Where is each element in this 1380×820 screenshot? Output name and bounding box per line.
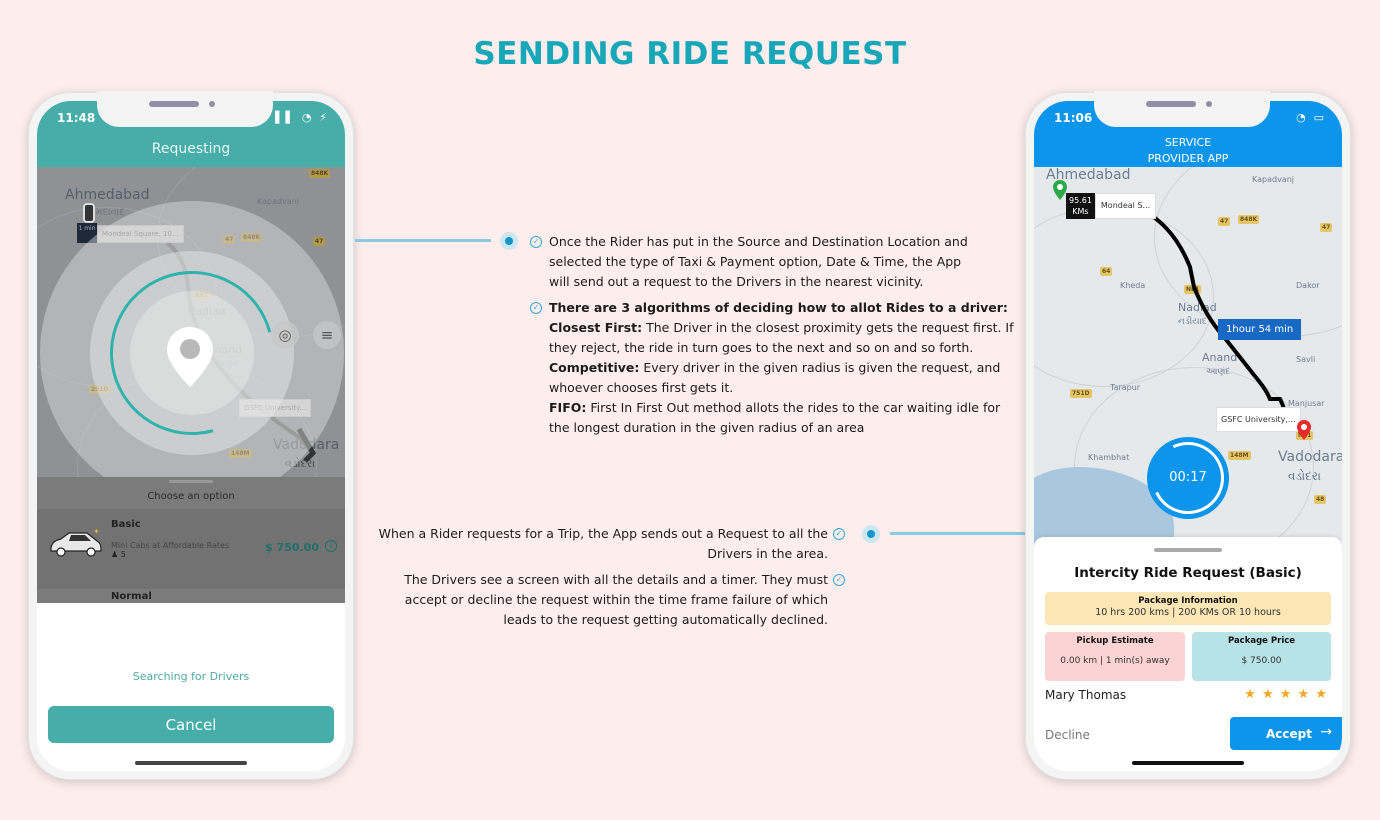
accept-button[interactable]: Accept →	[1230, 717, 1342, 750]
driver-phone-frame: 11:06 ◔ ▭ SERVICE PROVIDER APP Ahmedabad…	[1025, 91, 1351, 780]
package-price-value: $ 750.00	[1241, 656, 1282, 666]
searching-status: Searching for Drivers	[132, 670, 250, 683]
header-title-line1: SERVICE	[1164, 136, 1212, 149]
package-price-box: Package Price $ 750.00	[1192, 632, 1331, 681]
rider-phone-frame: 11:48 ▌▌ ◔ ⚡ Requesting Ahmedabad અમદાવા…	[28, 91, 354, 780]
distance-value: 95.61 KMs	[1066, 193, 1095, 219]
searching-panel: Searching for Drivers Cancel	[37, 603, 345, 771]
driver-app-screen: 11:06 ◔ ▭ SERVICE PROVIDER APP Ahmedabad…	[1034, 101, 1342, 771]
destination-address-tag: GSFC University,...	[1216, 407, 1301, 432]
choose-option-label: Choose an option	[147, 491, 235, 502]
info-icon[interactable]: i	[325, 540, 337, 552]
accept-label: Accept	[1266, 726, 1312, 741]
home-indicator	[1132, 761, 1244, 765]
phone-notch	[1094, 91, 1270, 127]
pickup-estimate-value: 0.00 km | 1 min(s) away	[1060, 656, 1170, 666]
ride-request-card: Intercity Ride Request (Basic) Package I…	[1034, 537, 1342, 771]
description-top-point2: There are 3 algorithms of deciding how t…	[549, 298, 1019, 438]
option-seats: ♟ 5	[111, 550, 126, 559]
algorithm-name: Competitive:	[549, 360, 640, 375]
my-location-button[interactable]: ◎	[271, 321, 299, 349]
eta-tag: 1hour 54 min	[1218, 319, 1302, 340]
sheet-grip[interactable]	[169, 480, 213, 483]
rider-rating: ★ ★ ★ ★ ★	[1244, 687, 1328, 702]
bullet-dot-bottom	[862, 525, 880, 543]
ride-options-sheet: Choose an option ✦ Basic Mini Cabs at Af…	[37, 477, 345, 612]
header-title: SERVICE PROVIDER APP	[1034, 135, 1342, 167]
phone-notch	[97, 91, 273, 127]
check-circle-icon: ✓	[833, 574, 845, 586]
option-price: $ 750.00	[265, 541, 319, 554]
card-grip[interactable]	[1154, 548, 1222, 552]
page-title: SENDING RIDE REQUEST	[473, 36, 907, 72]
package-info-box: Package Information 10 hrs 200 kms | 200…	[1045, 592, 1331, 625]
seat-count: 5	[120, 550, 126, 559]
status-icons: ◔ ▭	[1296, 111, 1326, 124]
status-icons: ▌▌ ◔ ⚡	[275, 111, 329, 124]
package-info-label: Package Information	[1138, 596, 1238, 606]
rider-name: Mary Thomas	[1045, 688, 1127, 702]
ride-option-basic[interactable]: ✦ Basic Mini Cabs at Affordable Rates ♟ …	[37, 509, 345, 589]
status-time: 11:48	[57, 111, 96, 125]
driver-map[interactable]: Ahmedabad Kapadvanj Kheda Dakor Nadiad ન…	[1034, 167, 1342, 547]
algorithms-heading: There are 3 algorithms of deciding how t…	[549, 300, 1008, 315]
pickup-address-tag: Mondeal S...	[1094, 193, 1157, 219]
description-bottom-point2: The Drivers see a screen with all the de…	[404, 572, 828, 627]
cancel-button[interactable]: Cancel	[48, 706, 334, 743]
status-time: 11:06	[1054, 111, 1093, 125]
car-icon: ✦	[50, 529, 102, 557]
person-icon: ♟	[111, 550, 121, 559]
star-icon: ★	[1244, 687, 1257, 702]
header-title-line2: PROVIDER APP	[1147, 152, 1229, 165]
header-title: Requesting	[151, 141, 231, 157]
check-circle-icon: ✓	[530, 236, 542, 248]
option-description: Mini Cabs at Affordable Rates	[111, 541, 230, 550]
crosshair-icon: ◎	[278, 326, 292, 344]
algorithm-text: First In First Out method allots the rid…	[549, 400, 1001, 435]
pickup-estimate-box: Pickup Estimate 0.00 km | 1 min(s) away	[1045, 632, 1185, 681]
distance-tag: 95.61 KMs Mondeal S...	[1066, 193, 1157, 219]
algorithm-name: Closest First:	[549, 320, 643, 335]
description-bottom-point1: When a Rider requests for a Trip, the Ap…	[378, 526, 828, 561]
request-title: Intercity Ride Request (Basic)	[1074, 565, 1302, 581]
star-icon: ★	[1297, 687, 1311, 702]
timer-value: 00:17	[1169, 470, 1207, 485]
arrow-right-icon: →	[1320, 724, 1332, 740]
package-info-value: 10 hrs 200 kms | 200 KMs OR 10 hours	[1095, 607, 1281, 618]
rider-map[interactable]: Ahmedabad અમદાવાદ Kapadvanj 848K 47 848K…	[37, 167, 345, 512]
home-indicator	[135, 761, 247, 765]
rider-app-screen: 11:48 ▌▌ ◔ ⚡ Requesting Ahmedabad અમદાવા…	[37, 101, 345, 771]
filter-button[interactable]: ≡	[313, 321, 341, 349]
bullet-dot-top	[500, 232, 518, 250]
connector-line-bottom	[890, 532, 1026, 535]
star-icon: ★	[1279, 687, 1293, 702]
check-circle-icon: ✓	[530, 302, 542, 314]
destination-pin-icon	[1297, 420, 1311, 440]
sliders-icon: ≡	[320, 326, 334, 344]
option-name: Basic	[111, 519, 141, 530]
pickup-estimate-label: Pickup Estimate	[1076, 636, 1154, 646]
svg-text:✦: ✦	[93, 529, 100, 536]
package-price-label: Package Price	[1227, 636, 1296, 646]
location-pin-icon	[167, 327, 213, 387]
check-circle-icon: ✓	[833, 528, 845, 540]
connector-line-top	[355, 239, 491, 242]
description-top-point1: Once the Rider has put in the Source and…	[549, 234, 968, 289]
decline-button[interactable]: Decline	[1045, 728, 1090, 742]
pickup-car-icon	[83, 203, 95, 223]
algorithm-name: FIFO:	[549, 400, 587, 415]
star-icon: ★	[1261, 687, 1275, 702]
request-timer: 00:17	[1141, 431, 1235, 525]
star-icon: ★	[1315, 687, 1328, 702]
ride-option-next[interactable]: Normal	[111, 591, 152, 602]
